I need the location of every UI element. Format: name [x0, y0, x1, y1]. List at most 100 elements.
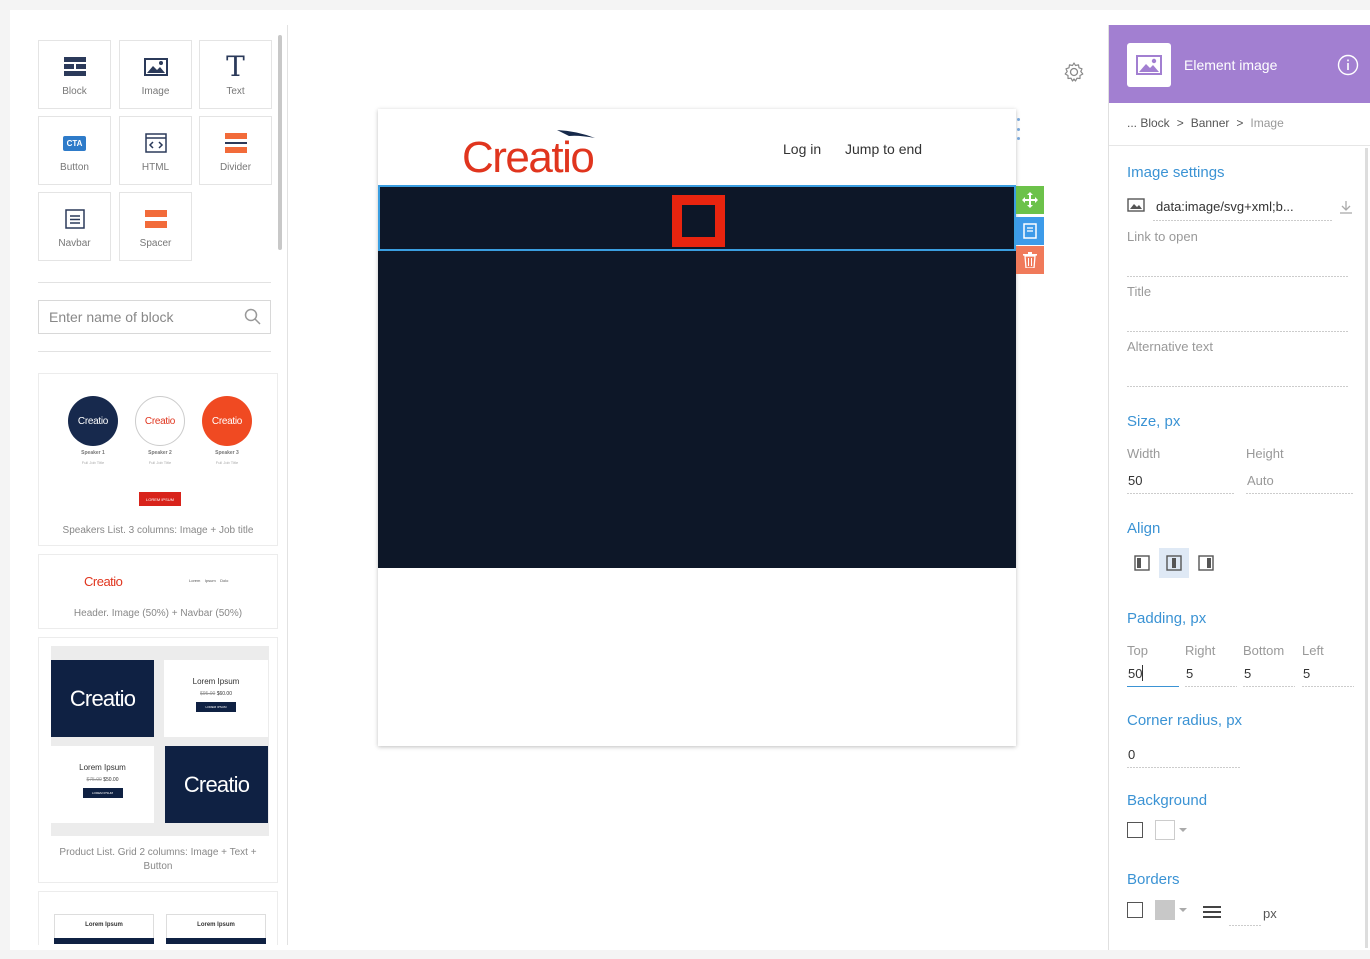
- tile-divider[interactable]: Divider: [199, 116, 272, 185]
- tile-label: Block: [62, 86, 87, 97]
- properties-panel: Element image ... Block > Banner > Image Ima…: [1108, 25, 1370, 950]
- panel-scrollbar[interactable]: [1365, 148, 1368, 948]
- email-canvas[interactable]: Creatio Log in Jump to end: [378, 109, 1016, 746]
- height-input[interactable]: Auto: [1247, 473, 1274, 488]
- padding-top-input[interactable]: 50: [1128, 666, 1142, 681]
- tile-navbar[interactable]: Navbar: [38, 192, 111, 261]
- partial-bar: [166, 938, 266, 944]
- card-button: LOREM IPSUM: [139, 492, 181, 506]
- align-left-icon[interactable]: [1127, 548, 1157, 578]
- text-icon: T: [226, 50, 245, 83]
- speaker-avatar: Creatio: [68, 396, 118, 446]
- block-palette: Block Image T Text CTA Button HTML Divid…: [10, 25, 288, 945]
- background-checkbox[interactable]: [1127, 822, 1143, 838]
- breadcrumb-item[interactable]: ... Block: [1127, 116, 1170, 130]
- selected-image-block[interactable]: [378, 185, 1016, 251]
- border-width-input[interactable]: [1229, 925, 1261, 926]
- text-cursor: [1142, 665, 1143, 681]
- speaker-name: Speaker 2: [148, 450, 172, 456]
- move-icon[interactable]: [1016, 186, 1044, 214]
- gear-icon[interactable]: [1063, 61, 1085, 88]
- block-icon: [39, 53, 110, 81]
- padding-top-label: Top: [1127, 643, 1148, 658]
- link-label: Link to open: [1127, 229, 1198, 244]
- tile-label: Navbar: [58, 238, 91, 249]
- product-tile: Lorem Ipsum $75.00 $50.00 LOREM IPSUM: [51, 746, 154, 823]
- tile-block[interactable]: Block: [38, 40, 111, 109]
- image-icon: [1127, 198, 1145, 217]
- cta-button-icon: CTA: [39, 129, 110, 157]
- panel-header: Element image: [1109, 25, 1370, 103]
- padding-bottom-label: Bottom: [1243, 643, 1285, 658]
- spacer-icon: [120, 205, 191, 233]
- cta-badge: CTA: [62, 135, 87, 151]
- speaker-name: Speaker 3: [215, 450, 239, 456]
- title-field[interactable]: [1127, 331, 1349, 332]
- download-icon[interactable]: [1339, 200, 1353, 219]
- tile-image[interactable]: Image: [119, 40, 192, 109]
- template-card-header[interactable]: Creatio Lorem Ipsum Dolo Header. Image (…: [38, 554, 278, 629]
- width-label: Width: [1127, 446, 1161, 461]
- borders-checkbox[interactable]: [1127, 902, 1143, 918]
- template-card-partial[interactable]: Lorem Ipsum Lorem Ipsum: [38, 891, 278, 945]
- banner-body[interactable]: [378, 251, 1016, 568]
- template-card-product[interactable]: Creatio Lorem Ipsum $95.00 $60.00 LOREM …: [38, 637, 278, 883]
- padding-left-label: Left: [1302, 643, 1324, 658]
- width-input[interactable]: 50: [1128, 473, 1142, 488]
- align-center-icon[interactable]: [1159, 548, 1189, 578]
- tile-label: Spacer: [139, 238, 172, 249]
- image-icon: [1127, 43, 1171, 87]
- border-style-icon[interactable]: [1203, 905, 1221, 923]
- padding-bottom-input[interactable]: 5: [1244, 666, 1251, 681]
- height-label: Height: [1246, 446, 1284, 461]
- card-logo: Creatio: [84, 574, 123, 589]
- padding-left-input[interactable]: 5: [1303, 666, 1310, 681]
- card-logo-tile: Creatio: [165, 746, 268, 823]
- card-nav: Lorem Ipsum Dolo: [189, 578, 229, 583]
- title-label: Title: [1127, 284, 1152, 299]
- copy-icon[interactable]: [1016, 217, 1044, 245]
- nav-link-login[interactable]: Log in: [783, 141, 821, 157]
- breadcrumb-item[interactable]: Banner: [1191, 116, 1230, 130]
- template-card-speakers[interactable]: Creatio Creatio Creatio Speaker 1 Speake…: [38, 373, 278, 546]
- align-right-icon[interactable]: [1191, 548, 1221, 578]
- tile-spacer[interactable]: Spacer: [119, 192, 192, 261]
- border-color-picker[interactable]: [1155, 900, 1175, 920]
- selected-image[interactable]: [672, 195, 725, 247]
- speaker-avatar: Creatio: [135, 396, 185, 446]
- speaker-title: Full Job Title: [81, 460, 105, 465]
- corner-radius-input[interactable]: 0: [1128, 747, 1135, 762]
- search-icon[interactable]: [244, 308, 262, 331]
- block-handle[interactable]: [1017, 118, 1021, 140]
- tile-button[interactable]: CTA Button: [38, 116, 111, 185]
- image-icon: [120, 53, 191, 81]
- divider-icon: [200, 129, 271, 157]
- tile-label: Divider: [219, 162, 252, 173]
- border-unit: px: [1263, 906, 1277, 921]
- logo-swoosh-icon: [557, 130, 595, 138]
- palette-scrollbar[interactable]: [278, 35, 282, 250]
- chevron-down-icon[interactable]: [1179, 828, 1187, 832]
- background-color-picker[interactable]: [1155, 820, 1175, 840]
- image-source-field[interactable]: data:image/svg+xml;b...: [1156, 199, 1294, 214]
- chevron-down-icon[interactable]: [1179, 908, 1187, 912]
- breadcrumb-item: Image: [1250, 116, 1284, 130]
- link-field[interactable]: [1127, 276, 1349, 277]
- alt-text-label: Alternative text: [1127, 339, 1213, 354]
- alt-text-field[interactable]: [1127, 386, 1349, 387]
- tile-label: Text: [226, 86, 245, 97]
- panel-title: Element image: [1184, 57, 1278, 73]
- tile-html[interactable]: HTML: [119, 116, 192, 185]
- block-search[interactable]: [38, 300, 271, 334]
- card-label: Product List. Grid 2 columns: Image + Te…: [59, 847, 257, 872]
- info-icon[interactable]: [1337, 54, 1359, 81]
- trash-icon[interactable]: [1016, 246, 1044, 274]
- palette-divider: [38, 282, 271, 283]
- card-label: Speakers List. 3 columns: Image + Job ti…: [62, 525, 254, 536]
- speaker-avatar: Creatio: [202, 396, 252, 446]
- nav-link-jump[interactable]: Jump to end: [845, 141, 922, 157]
- email-logo[interactable]: Creatio: [462, 130, 595, 183]
- tile-text[interactable]: T Text: [199, 40, 272, 109]
- padding-right-input[interactable]: 5: [1186, 666, 1193, 681]
- search-input[interactable]: [39, 301, 229, 333]
